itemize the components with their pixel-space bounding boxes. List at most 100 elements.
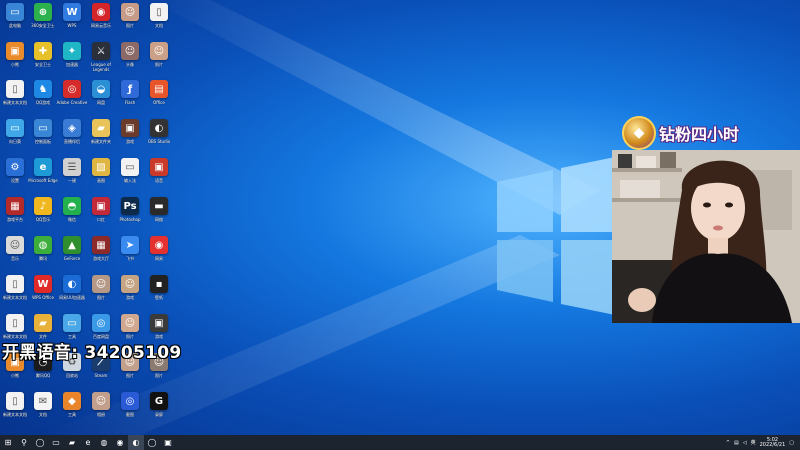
chevron-up-icon[interactable]: ^ — [726, 440, 730, 446]
desktop-icon[interactable]: ☰ 一键 — [57, 158, 87, 194]
windows-logo — [497, 154, 630, 318]
app-icon: ▭ — [34, 119, 52, 137]
cortana-icon[interactable]: ◯ — [32, 435, 48, 450]
clock[interactable]: 5:02 2022/6/21 — [759, 437, 786, 448]
browser-icon[interactable]: ◍ — [96, 435, 112, 450]
desktop-icon[interactable]: ◒ 网盘 — [86, 80, 116, 116]
app-icon: ▯ — [6, 80, 24, 98]
desktop-icon[interactable]: ♪ QQ音乐 — [28, 197, 58, 233]
badge-text: 钻粉四小时 — [659, 125, 740, 144]
desktop-icon[interactable]: ☺ 图片 — [115, 3, 145, 39]
app-icon: ◓ — [63, 197, 81, 215]
network-icon[interactable]: ▤ — [734, 440, 739, 446]
desktop-icon[interactable]: ▯ 新建文本文档 — [0, 392, 30, 428]
desktop-icon[interactable]: ▰ 新建文件夹 — [86, 119, 116, 155]
app-icon: ▣ — [6, 42, 24, 60]
desktop-icon[interactable]: ◉ 网易云音乐 — [86, 3, 116, 39]
desktop-icon[interactable]: ◐ 网易UU加速器 — [57, 275, 87, 311]
desktop-icon[interactable]: ☺ 照片 — [144, 42, 174, 78]
desktop-icon[interactable]: ▤ Office — [144, 80, 174, 116]
desktop-icon[interactable]: ✚ 安全卫士 — [28, 42, 58, 78]
desktop-icon[interactable]: ▬ 网络 — [144, 197, 174, 233]
tool-icon[interactable]: ▣ — [160, 435, 176, 450]
desktop-icon[interactable]: ▦ 游戏大厅 — [86, 236, 116, 272]
desktop-icon[interactable]: ◍ 腾讯 — [28, 236, 58, 272]
desktop-icon-label: 壁纸 — [155, 295, 163, 300]
desktop-icon[interactable]: ƒ Flash — [115, 80, 145, 116]
desktop-icon[interactable]: e Microsoft Edge — [28, 158, 58, 194]
desktop-icon[interactable]: ▣ 口红 — [86, 197, 116, 233]
desktop-icon[interactable]: ◎ Adobe Creative — [57, 80, 87, 116]
desktop-icon[interactable]: ▭ 输入法 — [115, 158, 145, 194]
start-icon[interactable]: ⊞ — [0, 435, 16, 450]
search-icon[interactable]: ⚲ — [16, 435, 32, 450]
desktop-icon[interactable]: ☺ 相册 — [86, 392, 116, 428]
app-icon: ◐ — [150, 119, 168, 137]
desktop-icon[interactable]: ◐ OBS Studio — [144, 119, 174, 155]
desktop-icon[interactable]: ✦ 加速器 — [57, 42, 87, 78]
desktop-icon[interactable]: ◆ 工具 — [57, 392, 87, 428]
file-explorer-icon[interactable]: ▰ — [64, 435, 80, 450]
desktop-icon[interactable]: ▣ 游戏 — [115, 119, 145, 155]
desktop-icon[interactable]: ◓ 微信 — [57, 197, 87, 233]
desktop-icon[interactable]: ▧ 画图 — [86, 158, 116, 194]
desktop-icon[interactable]: ⚔ League of Legends — [86, 42, 116, 78]
app-icon: ☺ — [121, 275, 139, 293]
desktop-icon-label: 语音 — [155, 178, 163, 183]
desktop-icon[interactable]: ▲ GeForce — [57, 236, 87, 272]
app-icon: ◎ — [92, 314, 110, 332]
desktop-icon[interactable]: ▭ 控制面板 — [28, 119, 58, 155]
desktop-icon[interactable]: ◉ 网易 — [144, 236, 174, 272]
app-icon: ▣ — [150, 314, 168, 332]
desktop-icon[interactable]: W WPS Office — [28, 275, 58, 311]
desktop-icon[interactable]: ⚙ 设置 — [0, 158, 30, 194]
app-icon: ◎ — [63, 80, 81, 98]
desktop-icon[interactable]: ☺ 音乐 — [0, 236, 30, 272]
app-icon: ☺ — [150, 42, 168, 60]
desktop-icon[interactable]: ✉ 文档 — [28, 392, 58, 428]
desktop-icon[interactable]: ▭ 向日葵 — [0, 119, 30, 155]
task-view-icon[interactable]: ▭ — [48, 435, 64, 450]
desktop-icon[interactable]: W WPS — [57, 3, 87, 39]
obs-icon[interactable]: ◐ — [128, 435, 144, 450]
notification-icon[interactable]: ▢ — [789, 440, 794, 446]
music-icon[interactable]: ◯ — [144, 435, 160, 450]
desktop-icon[interactable]: ▭ 此电脑 — [0, 3, 30, 39]
desktop-icon[interactable]: ◈ 直播伴侣 — [57, 119, 87, 155]
desktop-icon[interactable]: ▯ 新建文本文档 — [0, 275, 30, 311]
desktop-icon[interactable]: ➤ 飞书 — [115, 236, 145, 272]
clock-date: 2022/6/21 — [759, 441, 786, 448]
app-icon: ♞ — [34, 80, 52, 98]
desktop-icon[interactable]: ⊕ 360安全卫士 — [28, 3, 58, 39]
app-icon: ✚ — [34, 42, 52, 60]
desktop-icon[interactable]: ☺ 游戏 — [115, 275, 145, 311]
desktop-icon[interactable]: ▯ 新建文本文档 — [0, 80, 30, 116]
app-icon: Ps — [121, 197, 139, 215]
desktop-icon[interactable]: ▣ 小熊 — [0, 42, 30, 78]
ime-icon[interactable]: 英 — [751, 439, 756, 446]
desktop-icon[interactable]: G 录屏 — [144, 392, 174, 428]
app-icon: ➤ — [121, 236, 139, 254]
app-icon: ☺ — [121, 3, 139, 21]
desktop-icon[interactable]: ▣ 语音 — [144, 158, 174, 194]
desktop-icon[interactable]: ☺ 图片 — [86, 275, 116, 311]
desktop-icon[interactable]: ☺ 头像 — [115, 42, 145, 78]
webcam-feed — [612, 150, 800, 323]
desktop-icon[interactable]: ♞ QQ游戏 — [28, 80, 58, 116]
desktop-icon[interactable]: ◎ 截图 — [115, 392, 145, 428]
app-icon: ✦ — [63, 42, 81, 60]
system-tray: ^ ▤ ◁ 英 5:02 2022/6/21 ▢ — [726, 435, 794, 450]
desktop-icon[interactable]: ▦ 游戏平台 — [0, 197, 30, 233]
edge-icon[interactable]: e — [80, 435, 96, 450]
desktop-icon[interactable]: Ps Photoshop — [115, 197, 145, 233]
app-icon: ▯ — [6, 314, 24, 332]
desktop-icon[interactable]: ▯ 文档 — [144, 3, 174, 39]
app-icon: ▣ — [121, 119, 139, 137]
app-icon: ⊕ — [34, 3, 52, 21]
app-icon[interactable]: ◉ — [112, 435, 128, 450]
volume-icon[interactable]: ◁ — [743, 440, 747, 446]
desktop-icon-label: 照片 — [155, 62, 163, 67]
desktop-icon[interactable]: ▪ 壁纸 — [144, 275, 174, 311]
stream-badge: ◆ 钻粉四小时 — [622, 116, 739, 150]
app-icon: ◈ — [63, 119, 81, 137]
